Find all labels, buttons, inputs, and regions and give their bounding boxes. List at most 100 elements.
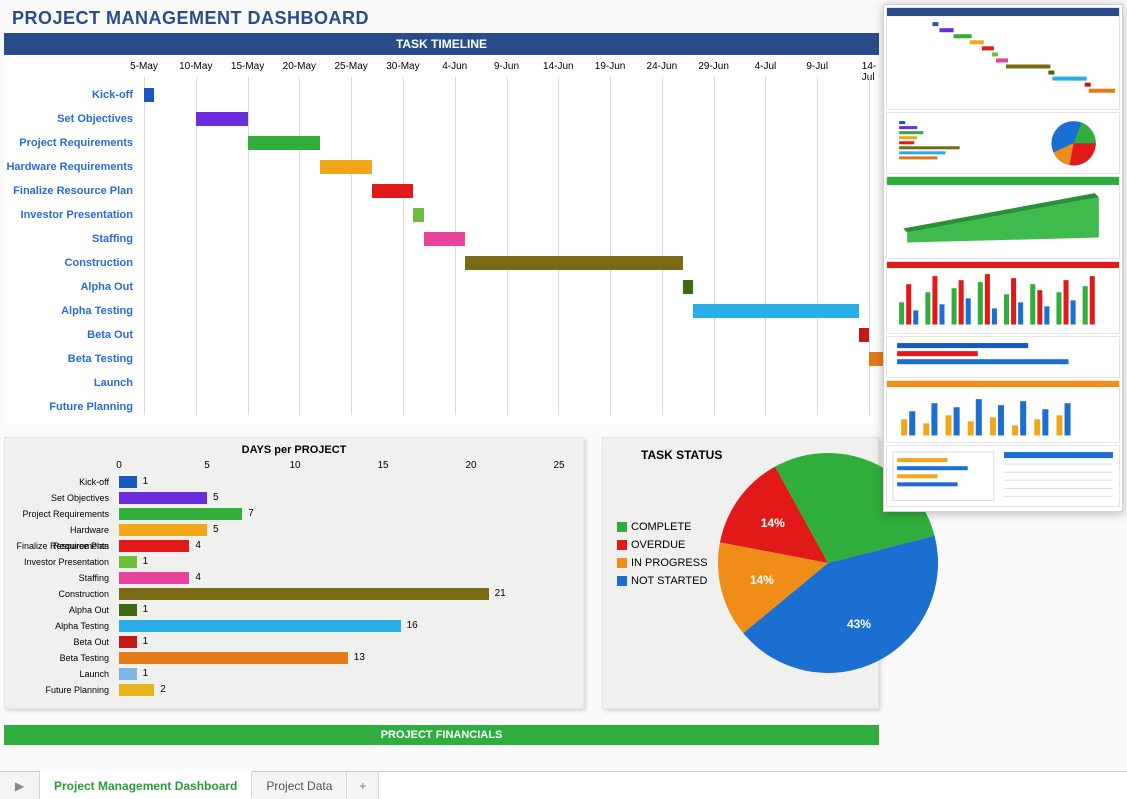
gantt-bar (196, 112, 248, 126)
days-tick: 15 (377, 460, 388, 471)
gantt-bar (424, 232, 465, 246)
gantt-task-label: Set Objectives (4, 107, 139, 131)
gantt-task-label: Beta Out (4, 323, 139, 347)
gantt-task-label: Kick-off (4, 83, 139, 107)
legend-label: OVERDUE (631, 539, 685, 551)
gantt-row: Project Requirements (4, 131, 869, 155)
days-row: Beta Out1 (13, 634, 575, 650)
thumb-gantt (886, 7, 1120, 110)
days-row-label: Alpha Out (13, 602, 113, 618)
thumb-green-3d (886, 176, 1120, 259)
gantt-row: Hardware Requirements (4, 155, 869, 179)
gantt-task-label: Investor Presentation (4, 203, 139, 227)
gantt-row: Future Planning (4, 395, 869, 419)
days-row-label: Kick-off (13, 474, 113, 490)
gantt-date-label: 29-Jun (698, 61, 729, 72)
tab-nav-prev-icon[interactable]: ▶ (0, 772, 40, 799)
days-value: 1 (143, 634, 149, 650)
days-tick: 10 (289, 460, 300, 471)
days-row: Investor Presentation1 (13, 554, 575, 570)
gantt-row: Alpha Out (4, 275, 869, 299)
gantt-bar (693, 304, 859, 318)
tab-project-data[interactable]: Project Data (252, 772, 347, 799)
thumb-blue-bars (886, 336, 1120, 378)
gantt-bar (683, 280, 693, 294)
days-value: 1 (143, 474, 149, 490)
legend-swatch (617, 576, 627, 586)
days-bar (119, 652, 348, 664)
gantt-row: Alpha Testing (4, 299, 869, 323)
days-value: 2 (160, 682, 166, 698)
legend-label: COMPLETE (631, 521, 692, 533)
days-value: 1 (143, 666, 149, 682)
days-row: Launch1 (13, 666, 575, 682)
days-tick: 20 (465, 460, 476, 471)
pie-slice-label: 43% (847, 617, 871, 631)
tab-project-management-dashboard[interactable]: Project Management Dashboard (40, 771, 252, 798)
legend-item: COMPLETE (617, 518, 707, 536)
sheet-tabs: ▶ Project Management Dashboard Project D… (0, 771, 1127, 799)
days-value: 5 (213, 522, 219, 538)
days-row-label: Beta Testing (13, 650, 113, 666)
days-row-label: Alpha Testing (13, 618, 113, 634)
legend-label: IN PROGRESS (631, 557, 707, 569)
days-row: Alpha Testing 16 (13, 618, 575, 634)
days-row: Set Objectives 5 (13, 490, 575, 506)
gantt-bar (372, 184, 413, 198)
days-bar (119, 540, 189, 552)
thumb-days-pie (886, 112, 1120, 175)
days-bar (119, 668, 137, 680)
days-row: Staffing 4 (13, 570, 575, 586)
days-row-label: Staffing (13, 570, 113, 586)
gantt-bar (248, 136, 321, 150)
days-tick: 25 (553, 460, 564, 471)
gantt-date-label: 4-Jun (442, 61, 467, 72)
gantt-date-label: 19-Jun (595, 61, 626, 72)
gantt-bar (465, 256, 683, 270)
gantt-task-label: Launch (4, 371, 139, 395)
tab-add-icon[interactable]: + (347, 772, 379, 799)
days-value: 4 (195, 570, 201, 586)
gantt-row: Finalize Resource Plan (4, 179, 869, 203)
days-row: Future Planning2 (13, 682, 575, 698)
days-per-project-chart: DAYS per PROJECT 0510152025 Kick-off1Set… (4, 437, 584, 709)
gantt-row: Kick-off (4, 83, 869, 107)
days-row-label: Investor Presentation (13, 554, 113, 570)
days-bar (119, 636, 137, 648)
legend-item: IN PROGRESS (617, 554, 707, 572)
days-bar (119, 620, 401, 632)
days-value: 21 (495, 586, 506, 602)
gantt-row: Beta Testing (4, 347, 869, 371)
days-row-label: Set Objectives (13, 490, 113, 506)
pie-slice-label: 14% (750, 573, 774, 587)
gantt-task-label: Construction (4, 251, 139, 275)
days-chart-title: DAYS per PROJECT (13, 444, 575, 460)
days-value: 4 (195, 538, 201, 554)
days-bar (119, 684, 154, 696)
task-status-chart: TASK STATUS COMPLETEOVERDUEIN PROGRESSNO… (602, 437, 879, 709)
gantt-date-label: 24-Jun (647, 61, 678, 72)
legend-swatch (617, 540, 627, 550)
gantt-date-label: 14-Jun (543, 61, 574, 72)
days-row: Finalize Resource Plan4 (13, 538, 575, 554)
days-value: 1 (143, 602, 149, 618)
gantt-row: Beta Out (4, 323, 869, 347)
days-row: Hardware Requirements5 (13, 522, 575, 538)
gantt-date-label: 20-May (283, 61, 316, 72)
legend-swatch (617, 522, 627, 532)
days-value: 13 (354, 650, 365, 666)
gantt-row: Investor Presentation (4, 203, 869, 227)
days-row: Project Requirements7 (13, 506, 575, 522)
gantt-date-label: 25-May (334, 61, 367, 72)
days-bar (119, 476, 137, 488)
gantt-row: Construction (4, 251, 869, 275)
days-bar (119, 572, 189, 584)
thumb-orange-bars (886, 380, 1120, 443)
days-value: 16 (407, 618, 418, 634)
gantt-task-label: Project Requirements (4, 131, 139, 155)
thumbnail-strip (883, 4, 1123, 512)
days-value: 5 (213, 490, 219, 506)
days-row: Construction21 (13, 586, 575, 602)
days-bar (119, 508, 242, 520)
days-bar (119, 604, 137, 616)
